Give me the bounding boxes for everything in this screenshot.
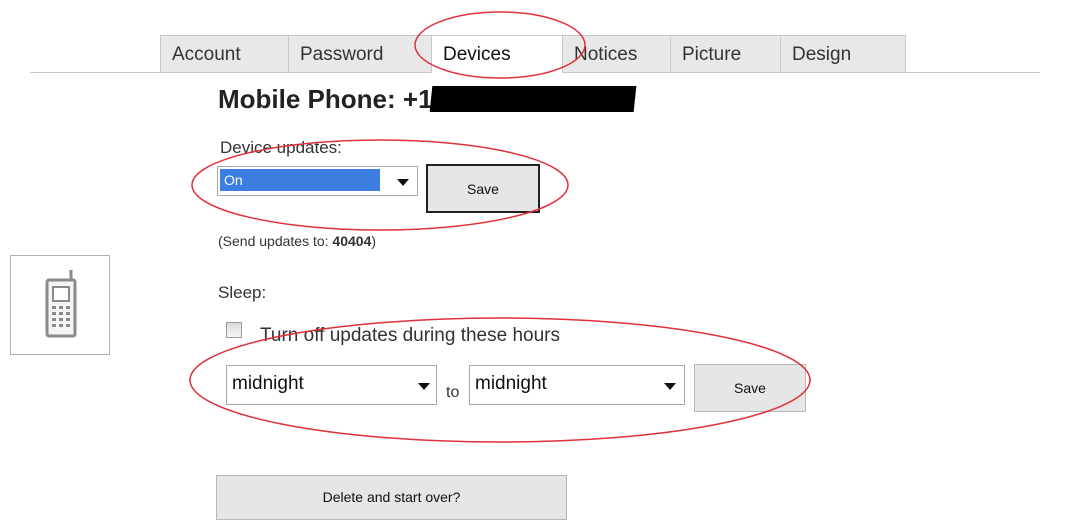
tab-picture[interactable]: Picture: [670, 35, 781, 72]
sleep-from-value: midnight: [232, 373, 304, 394]
to-label: to: [446, 384, 460, 401]
device-updates-label: Device updates:: [220, 138, 342, 157]
page-title-text: Mobile Phone: +1: [218, 84, 433, 114]
redacted-phone-number: [429, 86, 636, 112]
sleep-from-select[interactable]: midnight: [226, 365, 437, 405]
delete-and-start-over-button[interactable]: Delete and start over?: [216, 475, 567, 520]
mobile-phone-icon: [45, 270, 77, 338]
chevron-down-icon: [397, 179, 409, 186]
tab-notices[interactable]: Notices: [562, 35, 671, 72]
page-title: Mobile Phone: +1: [218, 84, 636, 115]
send-updates-note: (Send updates to: 40404): [218, 233, 376, 249]
sleep-checkbox[interactable]: [226, 322, 242, 338]
tab-design[interactable]: Design: [780, 35, 906, 72]
annotation-overlay: [189, 11, 811, 443]
sleep-label: Sleep:: [218, 283, 267, 302]
send-updates-suffix: ): [371, 233, 377, 249]
sleep-checkbox-label: Turn off updates during these hours: [260, 325, 560, 346]
tab-devices[interactable]: Devices: [431, 35, 563, 73]
sleep-save-button[interactable]: Save: [694, 364, 806, 412]
device-updates-save-button[interactable]: Save: [426, 164, 540, 213]
sleep-to-select[interactable]: midnight: [469, 365, 685, 405]
sleep-to-value: midnight: [475, 373, 547, 394]
send-updates-prefix: (Send updates to:: [218, 233, 333, 249]
chevron-down-icon: [664, 383, 676, 390]
device-updates-selected-value: On: [220, 169, 380, 191]
settings-tabs: Account Password Devices Notices Picture…: [160, 35, 906, 73]
tab-password[interactable]: Password: [288, 35, 432, 72]
tab-account[interactable]: Account: [160, 35, 289, 72]
device-updates-select[interactable]: On: [217, 166, 418, 196]
chevron-down-icon: [418, 383, 430, 390]
device-image: [10, 255, 110, 355]
short-code: 40404: [332, 233, 372, 249]
